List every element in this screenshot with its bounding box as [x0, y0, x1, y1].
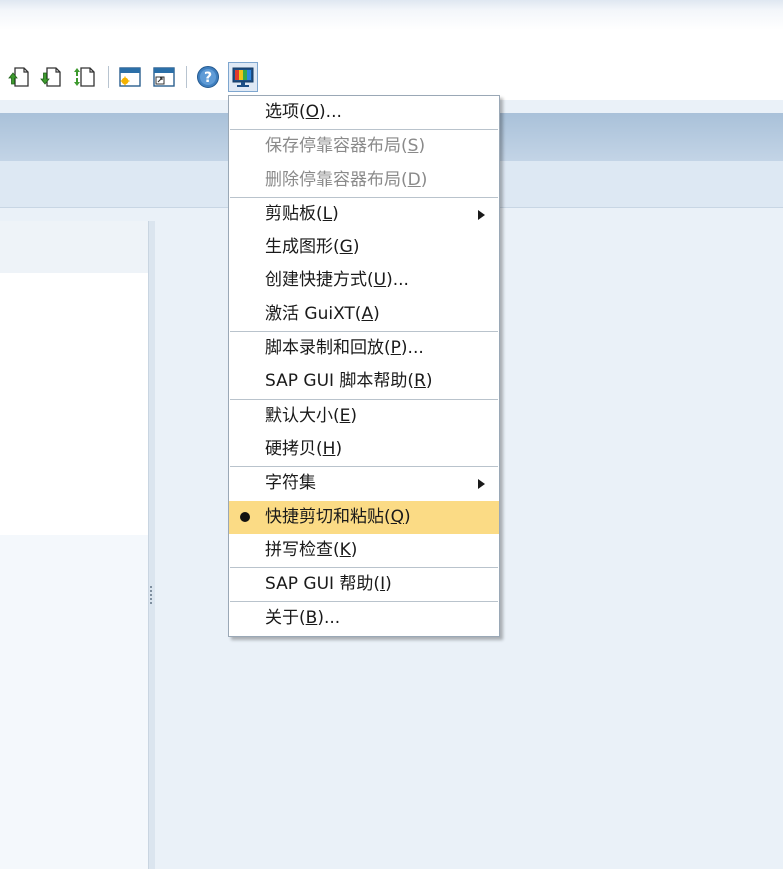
menu-item-scripting-help[interactable]: SAP GUI 脚本帮助(R) — [229, 365, 499, 398]
menu-item-activate-guixt[interactable]: 激活 GuiXT(A) — [229, 298, 499, 331]
customize-layout-icon[interactable] — [228, 62, 258, 92]
panel-splitter[interactable] — [148, 221, 155, 869]
menu-item-label: 默认大小(E) — [265, 405, 358, 426]
menu-item-clipboard[interactable]: 剪贴板(L) — [229, 198, 499, 231]
menu-item-label: 快捷剪切和粘贴(Q) — [265, 506, 411, 527]
menu-item-delete-docking-layout: 删除停靠容器布局(D) — [229, 164, 499, 197]
menu-item-label: 激活 GuiXT(A) — [265, 303, 380, 324]
menu-item-create-shortcut[interactable]: 创建快捷方式(U)... — [229, 264, 499, 297]
menu-item-sap-gui-help[interactable]: SAP GUI 帮助(I) — [229, 568, 499, 601]
menu-item-hardcopy[interactable]: 硬拷贝(H) — [229, 433, 499, 466]
splitter-grip-icon[interactable] — [150, 586, 152, 604]
application-toolbar: ? — [0, 56, 783, 100]
shortcut-icon[interactable] — [151, 64, 177, 90]
menu-item-label: 拼写检查(K) — [265, 539, 358, 560]
menu-item-spell-check[interactable]: 拼写检查(K) — [229, 534, 499, 567]
menu-item-save-docking-layout: 保存停靠容器布局(S) — [229, 130, 499, 163]
menu-item-label: 生成图形(G) — [265, 237, 360, 258]
menu-item-label: SAP GUI 脚本帮助(R) — [265, 371, 433, 392]
menu-item-label: 创建快捷方式(U)... — [265, 270, 409, 291]
menu-item-label: 脚本录制和回放(P)... — [265, 338, 424, 359]
svg-text:?: ? — [204, 70, 212, 86]
left-panel-header — [0, 221, 148, 273]
upload-icon[interactable] — [6, 64, 32, 90]
menu-item-label: 剪贴板(L) — [265, 203, 339, 224]
menu-item-label: 选项(O)... — [265, 102, 342, 122]
menu-item-generate-graphic[interactable]: 生成图形(G) — [229, 231, 499, 264]
new-session-icon[interactable] — [117, 64, 143, 90]
menu-item-label: SAP GUI 帮助(I) — [265, 574, 392, 595]
checked-bullet-icon — [240, 511, 250, 522]
menu-item-label: 关于(B)... — [265, 608, 341, 629]
title-bar — [0, 0, 783, 57]
menu-item-label: 删除停靠容器布局(D) — [265, 169, 428, 190]
menu-item-about[interactable]: 关于(B)... — [229, 602, 499, 635]
menu-item-label: 保存停靠容器布局(S) — [265, 136, 426, 157]
menu-item-quick-cut-paste[interactable]: 快捷剪切和粘贴(Q) — [229, 500, 499, 534]
toolbar-separator — [108, 66, 109, 88]
left-panel — [0, 221, 148, 869]
help-icon[interactable]: ? — [195, 64, 221, 90]
submenu-arrow-icon — [478, 209, 485, 220]
menu-item-default-size[interactable]: 默认大小(E) — [229, 400, 499, 433]
left-panel-content — [0, 273, 148, 535]
menu-item-options[interactable]: 选项(O)... — [229, 96, 499, 129]
transfer-icon[interactable] — [72, 64, 98, 90]
toolbar-separator — [186, 66, 187, 88]
menu-item-script-recording[interactable]: 脚本录制和回放(P)... — [229, 332, 499, 365]
download-icon[interactable] — [38, 64, 64, 90]
menu-item-character-set[interactable]: 字符集 — [229, 467, 499, 500]
menu-item-label: 硬拷贝(H) — [265, 438, 343, 459]
customize-layout-menu: 选项(O)... 保存停靠容器布局(S) 删除停靠容器布局(D) 剪贴板(L) … — [228, 95, 500, 637]
menu-item-label: 字符集 — [265, 473, 316, 494]
submenu-arrow-icon — [478, 479, 485, 490]
